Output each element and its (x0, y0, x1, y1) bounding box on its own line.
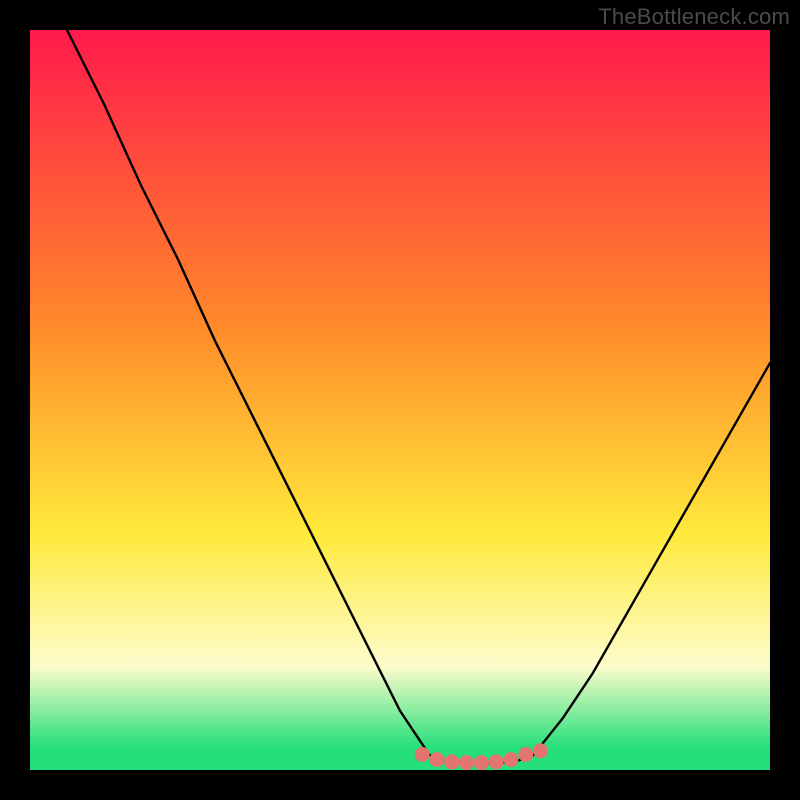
plot-area (30, 30, 770, 770)
valley-marker-dot (415, 747, 430, 762)
right-branch-path (533, 363, 770, 755)
valley-marker-dot (474, 755, 489, 770)
valley-marker-dot (518, 747, 533, 762)
valley-marker-dot (533, 743, 548, 758)
valley-marker-dot (504, 752, 519, 767)
valley-marker-dot (489, 754, 504, 769)
curve-layer (30, 30, 770, 770)
valley-marker-dot (430, 752, 445, 767)
valley-marker-dot (444, 754, 459, 769)
left-branch-path (67, 30, 430, 755)
chart-stage: TheBottleneck.com (0, 0, 800, 800)
valley-markers (415, 743, 548, 770)
valley-marker-dot (459, 755, 474, 770)
credit-label: TheBottleneck.com (598, 4, 790, 30)
